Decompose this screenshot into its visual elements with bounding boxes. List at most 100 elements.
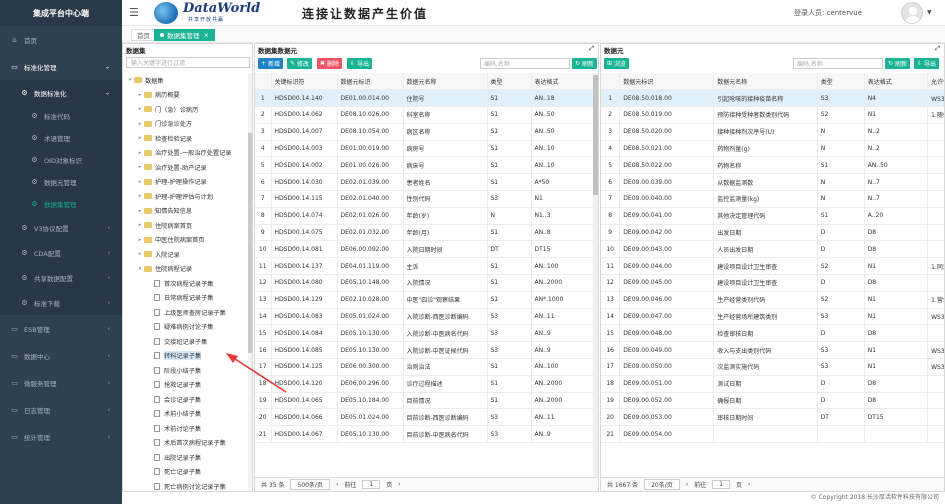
edit-button[interactable]: ✎ 修改 <box>287 58 312 69</box>
table-row[interactable]: 8 HDSD00.14.074 DE02.01.026.00 年龄(岁) N N1..3 <box>255 207 596 225</box>
caret-right-icon[interactable]: ▸ <box>137 208 143 214</box>
table-row[interactable]: 5 DE08.50.022.00 药物名称 S1 AN..50 <box>601 156 944 175</box>
table-row[interactable]: 3 HDSD00.14.007 DE08.10.054.00 病区名称 S1 AN..50 <box>255 123 596 141</box>
right-page-input[interactable]: 1 <box>712 480 731 489</box>
tree-node[interactable]: 转科记录子集 <box>123 349 249 364</box>
sidebar-item[interactable]: ⚙ OID对象标识 <box>0 149 122 171</box>
sidebar-item[interactable]: ⌂ 首页 <box>0 26 122 53</box>
tree-node[interactable]: ▸ 治疗处置-助产记录 <box>123 160 249 175</box>
tree-node[interactable]: 死亡记录子集 <box>123 465 249 480</box>
sidebar-item[interactable]: ▭ 统计管理 ‹ <box>0 423 122 450</box>
column-header[interactable]: 类型 <box>487 73 532 91</box>
add-button[interactable]: + 新增 <box>258 58 283 69</box>
tab-dataset-management[interactable]: 数据集管理 × <box>154 29 215 41</box>
tree-node[interactable]: ▸ 病历概要 <box>123 88 249 103</box>
caret-right-icon[interactable]: ▸ <box>137 106 143 112</box>
user-avatar-icon[interactable] <box>901 2 923 24</box>
caret-right-icon[interactable]: ▸ <box>137 193 143 199</box>
table-row[interactable]: 3 DE08.50.020.00 接种接种剂次序号(U) N N..2 <box>601 123 944 141</box>
mid-next-icon[interactable]: › <box>398 481 400 488</box>
table-row[interactable]: 14 HDSD00.14.083 DE05.01.024.00 入院诊断-西医诊断编码… <box>255 308 596 326</box>
right-search-input[interactable]: 编码,名称 <box>793 58 883 69</box>
tree-node[interactable]: 疑难病例讨论子集 <box>123 320 249 335</box>
tree-node[interactable]: 上级医师查房记录子集 <box>123 305 249 320</box>
sidebar-item[interactable]: ⚙ 共享数据配置 ‹ <box>0 265 122 290</box>
mid-page-input[interactable]: 1 <box>362 480 381 489</box>
maximize-icon[interactable]: ⤢ <box>935 45 940 53</box>
table-row[interactable]: 19 HDSD00.14.065 DE05.10.184.00 目前情况 S1 AN..2… <box>255 392 596 410</box>
sidebar-item[interactable]: ▭ ESB管理 ‹ <box>0 315 122 342</box>
table-row[interactable]: 14DE09.00.047.00生产经营场所建筑类别S3N1WS364.17 卫… <box>601 308 944 326</box>
tree-node[interactable]: ▸ 中医住院病案首页 <box>123 233 249 248</box>
tree-node[interactable]: 会诊记录子集 <box>123 392 249 407</box>
caret-right-icon[interactable]: ▸ <box>137 92 143 98</box>
tree-node[interactable]: 死亡病例讨论记录子集 <box>123 479 249 491</box>
caret-down-icon[interactable]: ▾ <box>137 266 143 272</box>
tree-node[interactable]: 术后首次病程记录子集 <box>123 436 249 451</box>
right-export-button[interactable]: ⇩ 导出 <box>914 58 939 69</box>
table-row[interactable]: 5 HDSD00.14.002 DE01.00.026.00 病床号 S1 AN..10 <box>255 156 596 175</box>
tree-node[interactable]: ▸ 检查检验记录 <box>123 131 249 146</box>
tree-node[interactable]: ▸ 护理-护理操作记录 <box>123 175 249 190</box>
sidebar-item[interactable]: ⚙ 数据标准化 ⌄ <box>0 80 122 105</box>
caret-right-icon[interactable]: ▸ <box>137 135 143 141</box>
table-row[interactable]: 10 DE09.00.043.00 人员出发日期 D D8 <box>601 240 944 259</box>
tree-node[interactable]: 出院记录子集 <box>123 450 249 465</box>
column-header[interactable]: 允许值 <box>927 73 944 91</box>
table-row[interactable]: 18 HDSD00.14.120 DE06.00.296.00 诊疗过程描述 S1 AN.… <box>255 375 596 393</box>
table-row[interactable]: 1 HDSD00.14.140 DE01.00.014.00 住院号 S1 AN..18 <box>255 89 596 108</box>
avatar-caret-icon[interactable]: ▼ <box>927 9 932 16</box>
tree-node[interactable]: ▸ 知情告知信息 <box>123 204 249 219</box>
tree-node[interactable]: ▸ 门诊急诊处方 <box>123 117 249 132</box>
column-header[interactable]: 数据元标识 <box>337 73 404 91</box>
table-row[interactable]: 11DE09.00.044.00建设项目设计卫生审查S2N11.同意,2.未同意 <box>601 257 944 276</box>
table-row[interactable]: 17 HDSD00.14.125 DE06.00.300.00 治则治法 S1 AN..1… <box>255 358 596 376</box>
mid-scrollbar[interactable] <box>593 73 598 478</box>
tree-node[interactable]: 日常病程记录子集 <box>123 291 249 306</box>
right-prev-icon[interactable]: ‹ <box>686 481 688 488</box>
column-header[interactable]: 类型 <box>817 73 865 91</box>
tree-node[interactable]: ▸ 住院病案首页 <box>123 218 249 233</box>
tree-node[interactable]: ▾ 住院病程记录 <box>123 262 249 277</box>
mid-refresh-button[interactable]: ↻ 刷新 <box>572 58 597 69</box>
maximize-icon[interactable]: ⤢ <box>589 45 594 53</box>
table-row[interactable]: 19 DE09.00.052.00 确报日期 D D8 <box>601 392 944 410</box>
column-header[interactable]: 表达格式 <box>864 73 929 91</box>
tree-node[interactable]: ▸ 入院记录 <box>123 247 249 262</box>
table-row[interactable]: 16DE09.00.049.00收入与支出类别代码S3N1WS364.17 卫生… <box>601 341 944 360</box>
sidebar-item[interactable]: ▭ 数据中心 ‹ <box>0 342 122 369</box>
table-row[interactable]: 2DE08.50.019.00预防接种受种者数类别代码S2N11.随便机,2.有… <box>601 106 944 124</box>
tree-node[interactable]: 交接班记录子集 <box>123 334 249 349</box>
caret-right-icon[interactable]: ▸ <box>137 222 143 228</box>
tree-scrollbar[interactable] <box>248 73 252 491</box>
tree-node[interactable]: ▾ 数据集 <box>123 73 249 88</box>
sidebar-item[interactable]: ⚙ CDA配置 ‹ <box>0 240 122 265</box>
table-row[interactable]: 6 DE09.00.039.00 从数据监测数 N N..7 <box>601 173 944 192</box>
column-header[interactable]: 数据元名称 <box>713 73 818 91</box>
column-header[interactable] <box>601 73 621 91</box>
table-row[interactable]: 2 HDSD00.14.062 DE08.10.026.00 科室名称 S1 AN..50 <box>255 106 596 124</box>
table-row[interactable]: 1DE08.50.018.00引起呛咳的接种疫苗名称S3N4WS364.16 卫… <box>601 89 944 108</box>
table-row[interactable]: 7 HDSD00.14.115 DE02.01.040.00 性别代码 S3 N1 <box>255 190 596 208</box>
sidebar-item[interactable]: ⚙ 数据元管理 <box>0 171 122 193</box>
table-row[interactable]: 15 DE09.00.048.00 检查审核日期 D D8 <box>601 324 944 343</box>
delete-button[interactable]: ✖ 删除 <box>317 58 342 69</box>
sidebar-item[interactable]: ▭ 微服务管理 ‹ <box>0 369 122 396</box>
caret-right-icon[interactable]: ▸ <box>137 237 143 243</box>
table-row[interactable]: 20 DE09.00.053.00 审核日期时间 DT DT15 <box>601 408 944 427</box>
column-header[interactable]: 数据元标识 <box>619 73 715 91</box>
tree-node[interactable]: ▸ 门（急）诊病历 <box>123 102 249 117</box>
sidebar-item[interactable]: ⚙ 术语管理 <box>0 127 122 149</box>
caret-right-icon[interactable]: ▸ <box>137 121 143 127</box>
right-next-icon[interactable]: › <box>748 481 750 488</box>
table-row[interactable]: 9 HDSD00.14.075 DE02.01.032.00 年龄(月) S1 AN..8 <box>255 224 596 242</box>
sidebar-item[interactable]: ▭ 标准化管理 ⌄ <box>0 53 122 80</box>
sidebar-item[interactable]: ⚙ 标准代码 <box>0 105 122 127</box>
tree-node[interactable]: ▸ 治疗处置-一般治疗处置记录 <box>123 146 249 161</box>
caret-right-icon[interactable]: ▸ <box>137 251 143 257</box>
tree-node[interactable]: 抢救记录子集 <box>123 378 249 393</box>
table-row[interactable]: 8 DE09.00.041.00 其他决定管理代码 S1 A..20 <box>601 207 944 225</box>
caret-right-icon[interactable]: ▸ <box>137 150 143 156</box>
browse-button[interactable]: ⊞ 浏览 <box>604 58 629 69</box>
column-header[interactable]: 关键标识符 <box>271 73 338 91</box>
